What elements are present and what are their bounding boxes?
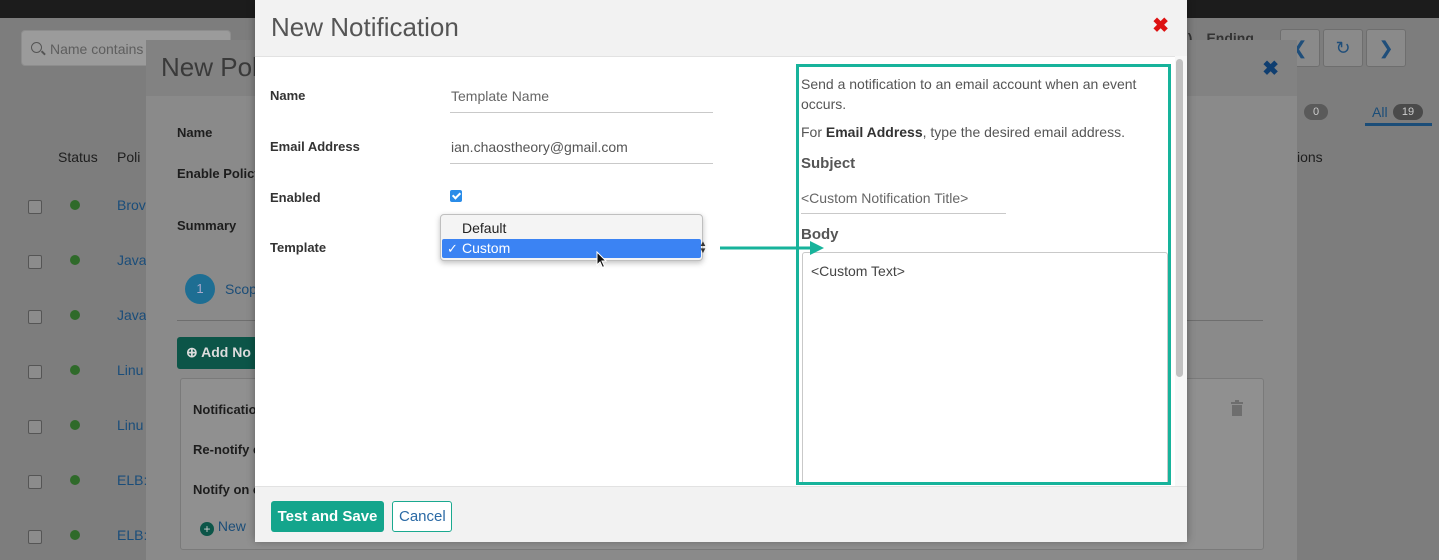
- plus-circle-icon: +: [200, 522, 214, 536]
- policy-modal-title: New Poli: [161, 52, 264, 82]
- tab-all[interactable]: All: [1372, 104, 1388, 120]
- trash-icon[interactable]: [1230, 400, 1244, 416]
- tab-count-badge: 0: [1304, 104, 1328, 120]
- enabled-label: Enabled: [270, 190, 321, 205]
- column-policy[interactable]: Poli: [117, 149, 140, 165]
- policy-link[interactable]: Linu: [117, 417, 143, 433]
- status-dot: [70, 420, 80, 430]
- column-status[interactable]: Status: [58, 149, 98, 165]
- name-label: Name: [270, 88, 306, 103]
- status-dot: [70, 475, 80, 485]
- status-dot: [70, 310, 80, 320]
- checkmark-icon: ✓: [447, 241, 458, 256]
- help-panel: Send a notification to an email account …: [796, 64, 1171, 485]
- policy-link[interactable]: Java: [117, 252, 147, 268]
- close-icon[interactable]: ✖: [1152, 16, 1169, 36]
- summary-label: Summary: [177, 218, 237, 233]
- notify-on-label: Notify on c: [193, 482, 261, 497]
- mouse-cursor-icon: [596, 251, 608, 269]
- email-address-input[interactable]: [450, 139, 713, 164]
- annotation-arrow: [720, 241, 824, 255]
- row-checkbox[interactable]: [28, 420, 42, 434]
- policy-link[interactable]: Java: [117, 307, 147, 323]
- row-checkbox[interactable]: [28, 200, 42, 214]
- status-dot: [70, 365, 80, 375]
- select-arrows-icon: ▲ ▼: [699, 239, 707, 255]
- new-notification-link[interactable]: + New: [200, 518, 246, 536]
- row-checkbox[interactable]: [28, 365, 42, 379]
- template-option-default[interactable]: Default: [442, 219, 701, 238]
- subject-heading: Subject: [801, 155, 856, 172]
- close-icon[interactable]: ✖: [1262, 56, 1279, 81]
- notification-label: Notificatio: [193, 402, 257, 417]
- email-address-label: Email Address: [270, 139, 360, 154]
- help-email-hint: For Email Address, type the desired emai…: [801, 124, 1125, 140]
- policy-name-label: Name: [177, 125, 213, 140]
- policy-link[interactable]: Linu: [117, 362, 143, 378]
- modal-header: New Notification ✖: [255, 0, 1187, 57]
- scrollbar-thumb[interactable]: [1176, 59, 1183, 377]
- status-dot: [70, 200, 80, 210]
- renotify-label: Re-notify e: [193, 442, 261, 457]
- test-and-save-button[interactable]: Test and Save: [271, 501, 384, 532]
- refresh-button[interactable]: ↻: [1323, 29, 1363, 67]
- step-number: 1: [185, 274, 215, 304]
- new-notification-modal: New Notification ✖ Name Email Address En…: [255, 0, 1187, 542]
- next-page-button[interactable]: ❯: [1366, 29, 1406, 67]
- policy-link[interactable]: ELB:: [117, 472, 147, 488]
- row-checkbox[interactable]: [28, 310, 42, 324]
- step-label[interactable]: Scop: [225, 281, 257, 297]
- column-actions: ions: [1297, 149, 1323, 165]
- enable-policy-label: Enable Policy: [177, 166, 262, 181]
- search-icon: [31, 42, 42, 53]
- add-notification-button[interactable]: ⊕ Add No: [177, 337, 267, 369]
- status-dot: [70, 255, 80, 265]
- template-option-custom[interactable]: ✓ Custom: [442, 239, 701, 258]
- template-dropdown[interactable]: Default ✓ Custom: [440, 214, 703, 261]
- body-textarea[interactable]: <Custom Text>: [802, 252, 1168, 482]
- status-dot: [70, 530, 80, 540]
- tab-all-count-badge: 19: [1393, 104, 1423, 120]
- modal-title: New Notification: [271, 12, 459, 42]
- active-tab-indicator: [1365, 123, 1432, 126]
- policy-link[interactable]: Brov: [117, 197, 146, 213]
- row-checkbox[interactable]: [28, 530, 42, 544]
- enabled-checkbox[interactable]: [450, 190, 462, 202]
- modal-footer: Test and Save Cancel: [255, 486, 1187, 542]
- cancel-button[interactable]: Cancel: [392, 501, 452, 532]
- row-checkbox[interactable]: [28, 475, 42, 489]
- row-checkbox[interactable]: [28, 255, 42, 269]
- template-label: Template: [270, 240, 327, 255]
- help-intro-text: Send a notification to an email account …: [801, 76, 1137, 112]
- subject-input[interactable]: <Custom Notification Title>: [801, 190, 1006, 214]
- template-name-input[interactable]: [450, 88, 713, 113]
